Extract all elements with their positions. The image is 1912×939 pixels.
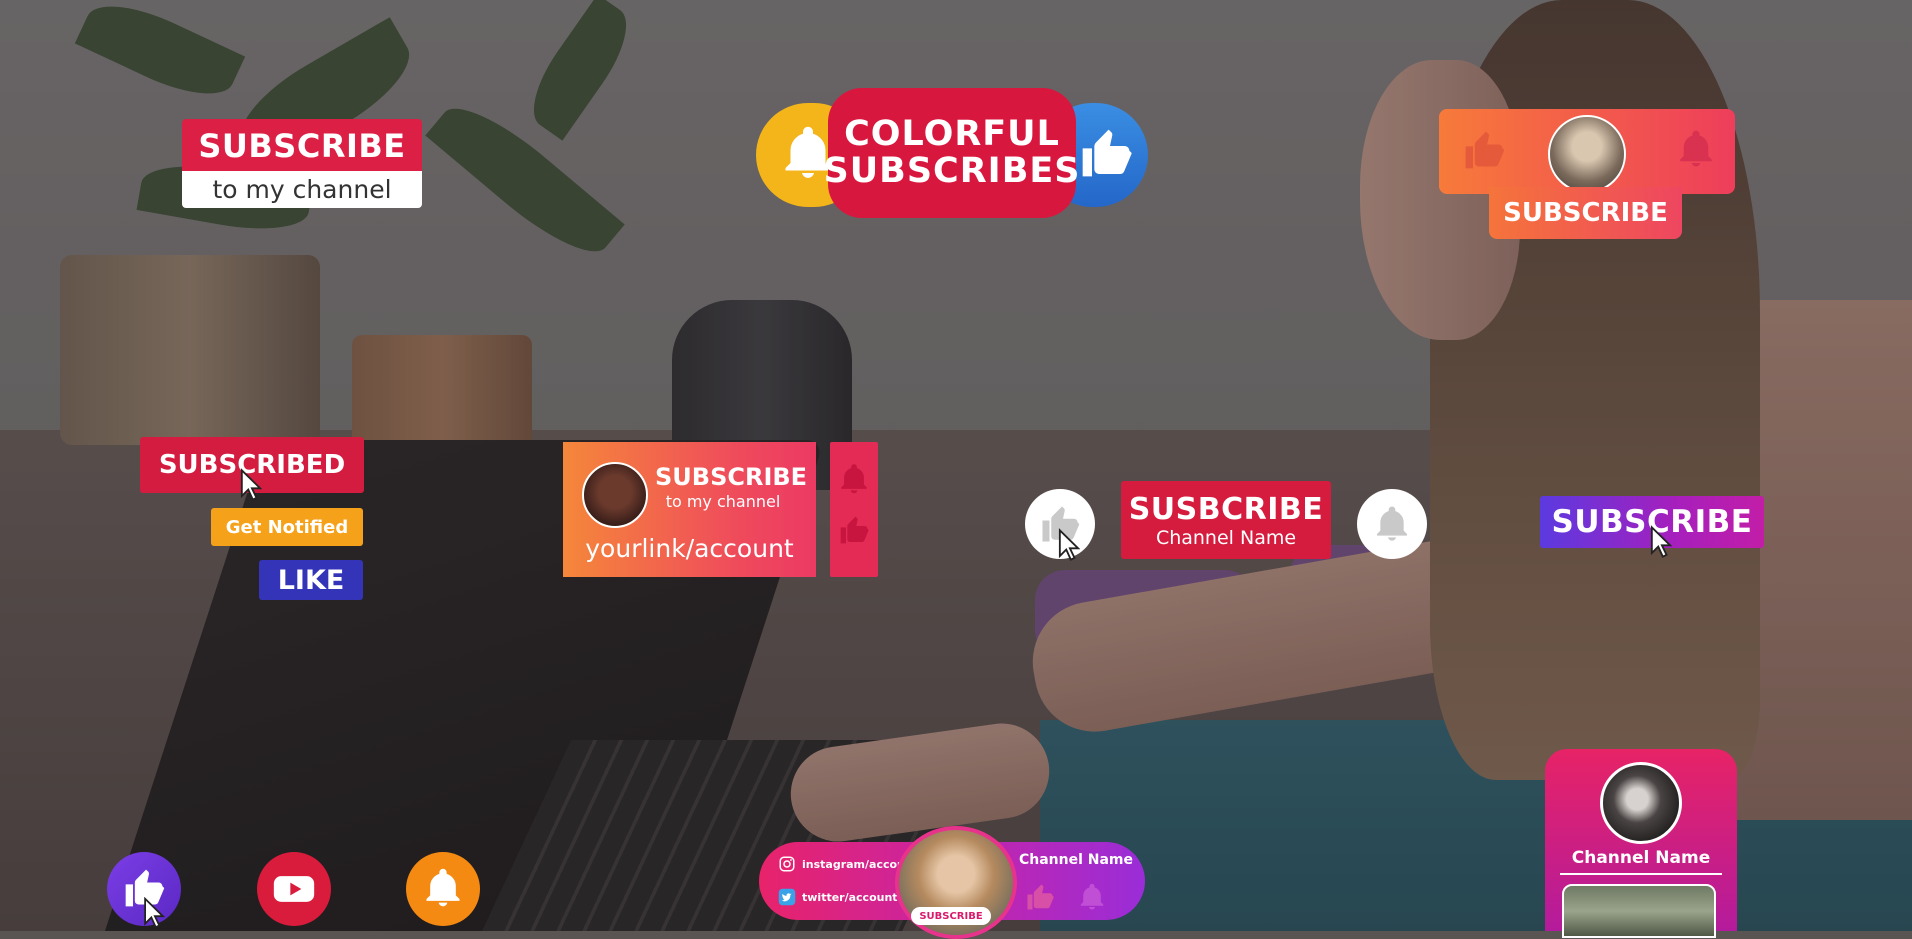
channel-title: SUSBCRIBE bbox=[1128, 491, 1324, 527]
bell-icon bbox=[426, 868, 460, 907]
colorful-line2: SUBSCRIBES bbox=[823, 151, 1081, 191]
channel-name: Channel Name bbox=[1571, 848, 1711, 868]
youtube-button[interactable] bbox=[257, 852, 331, 926]
card-link[interactable]: yourlink/account bbox=[563, 534, 816, 563]
profile-photo bbox=[1562, 884, 1716, 938]
card-subtitle: to my channel bbox=[665, 492, 781, 511]
channel-name: Channel Name bbox=[1155, 526, 1297, 549]
thumbs-up-icon bbox=[1082, 129, 1132, 177]
subscribe-button[interactable]: SUBSCRIBE bbox=[182, 119, 422, 173]
bell-button[interactable] bbox=[406, 852, 480, 926]
like-button[interactable]: LIKE bbox=[259, 560, 363, 600]
subscribe-tag[interactable]: SUBSCRIBE bbox=[911, 907, 991, 925]
bell-icon[interactable] bbox=[1675, 128, 1717, 170]
avatar bbox=[1600, 762, 1682, 844]
divider bbox=[1560, 873, 1722, 875]
subscribe-subtitle: to my channel bbox=[182, 171, 422, 208]
thumbs-up-icon[interactable] bbox=[838, 514, 870, 546]
colorful-line1: COLORFUL bbox=[844, 114, 1060, 155]
twitter-label: twitter/account bbox=[802, 890, 898, 904]
get-notified-button[interactable]: Get Notified bbox=[211, 508, 363, 546]
avatar bbox=[582, 462, 648, 528]
card-title: SUBSCRIBE bbox=[655, 463, 808, 491]
thumbs-up-icon[interactable] bbox=[1462, 128, 1506, 172]
colorful-subscribe-button[interactable]: COLORFUL SUBSCRIBES bbox=[824, 88, 1079, 218]
cursor-icon bbox=[144, 897, 165, 929]
twitter-link[interactable]: twitter/account bbox=[778, 888, 898, 906]
card-side-strip bbox=[830, 442, 878, 577]
cursor-icon bbox=[1058, 528, 1080, 561]
avatar bbox=[1548, 115, 1626, 193]
channel-subscribe-button[interactable]: SUSBCRIBE Channel Name bbox=[1121, 481, 1331, 559]
instagram-icon bbox=[779, 856, 795, 872]
bell-icon[interactable] bbox=[1077, 882, 1107, 912]
bell-button[interactable] bbox=[1357, 489, 1427, 559]
thumbs-up-icon[interactable] bbox=[1025, 882, 1055, 912]
bell-icon[interactable] bbox=[837, 462, 871, 496]
twitter-icon bbox=[778, 888, 796, 906]
channel-name: Channel Name bbox=[1018, 852, 1134, 868]
youtube-icon bbox=[273, 876, 315, 902]
cursor-icon bbox=[240, 468, 262, 501]
subscribe-button[interactable]: SUBSCRIBE bbox=[1489, 187, 1682, 239]
bell-icon bbox=[1377, 506, 1407, 541]
cursor-icon bbox=[1650, 525, 1672, 558]
